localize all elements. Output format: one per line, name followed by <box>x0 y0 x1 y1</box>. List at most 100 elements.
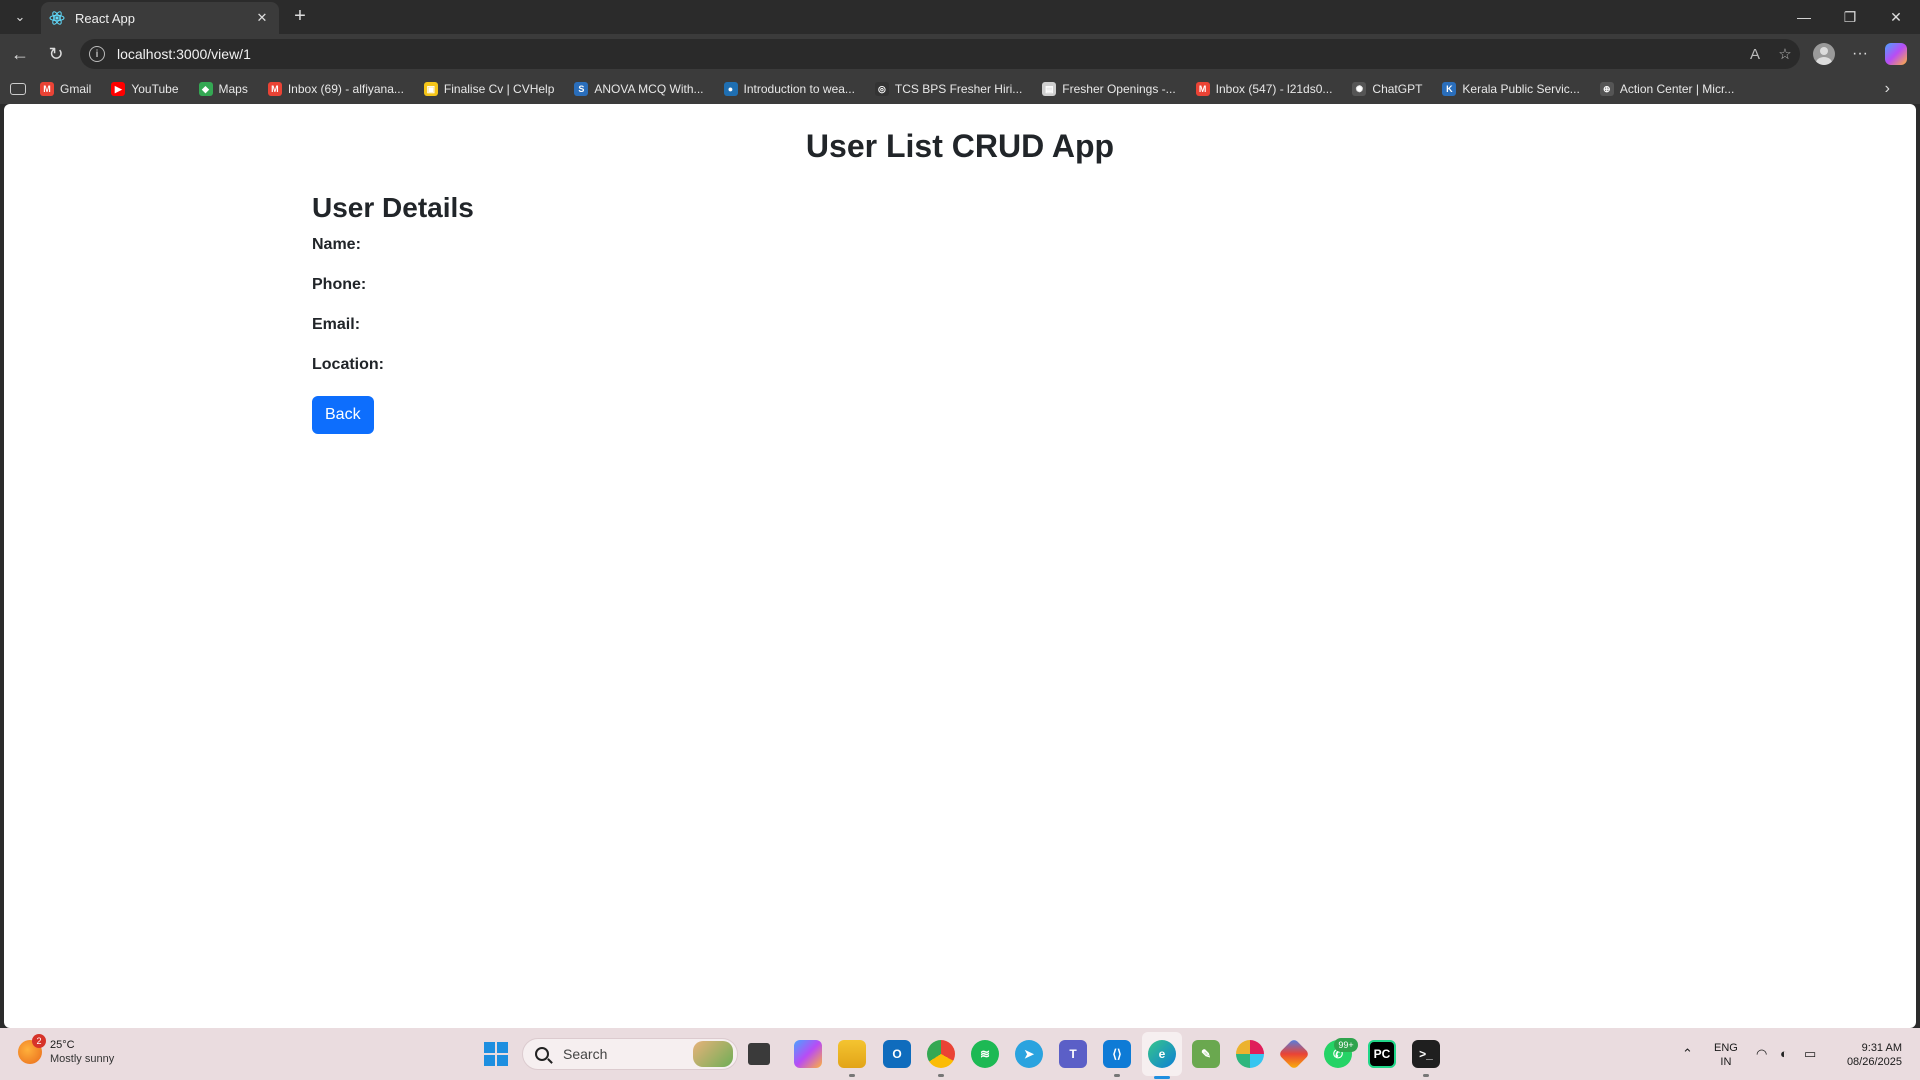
bookmark-label: Finalise Cv | CVHelp <box>443 82 555 96</box>
user-details-card: User Details Name: Phone: Email: Locatio… <box>312 192 474 434</box>
pycharm-icon[interactable]: PC <box>1368 1040 1396 1068</box>
gmail-icon: M <box>40 82 54 96</box>
search-icon <box>535 1047 549 1061</box>
slack-icon[interactable] <box>1236 1040 1264 1068</box>
bookmark-label: Maps <box>218 82 248 96</box>
bookmark-label: Introduction to wea... <box>743 82 855 96</box>
email-label: Email: <box>312 316 361 333</box>
tab-list-chevron-icon[interactable]: ⌄ <box>8 6 32 28</box>
language-secondary: IN <box>1720 1056 1732 1068</box>
react-icon <box>49 11 65 25</box>
youtube-icon: ▶ <box>111 82 126 96</box>
terminal-icon[interactable]: >_ <box>1412 1040 1440 1068</box>
bookmark-item[interactable]: M Inbox (69) - alfiyana... <box>267 82 404 96</box>
bookmark-label: Inbox (547) - l21ds0... <box>1215 82 1333 96</box>
bookmark-item[interactable]: ⊕ Action Center | Micr... <box>1599 82 1735 96</box>
read-aloud-icon[interactable]: A <box>1740 46 1770 63</box>
bookmark-item[interactable]: ▶ YouTube <box>111 82 179 96</box>
bookmark-label: Fresher Openings -... <box>1062 82 1176 96</box>
bookmark-item[interactable]: ◎ TCS BPS Fresher Hiri... <box>874 82 1023 96</box>
browser-title-bar: ⌄ React App ✕ + — ❐ ✕ <box>0 0 1920 34</box>
refresh-icon[interactable]: ↻ <box>44 42 68 66</box>
bookmark-item[interactable]: S ANOVA MCQ With... <box>574 82 704 96</box>
back-arrow-icon[interactable]: ← <box>8 42 32 66</box>
restore-icon[interactable]: ❐ <box>1830 4 1870 30</box>
weather-description: Mostly sunny <box>50 1053 115 1065</box>
bookmark-label: Action Center | Micr... <box>1619 82 1735 96</box>
clock-time: 9:31 AM <box>1861 1042 1902 1054</box>
taskbar-search[interactable]: Search <box>522 1038 738 1070</box>
tab-actions-icon[interactable] <box>10 83 26 95</box>
copilot-app-icon[interactable] <box>794 1040 822 1068</box>
page-icon: ▤ <box>1042 82 1057 96</box>
bookmark-label: Gmail <box>60 82 92 96</box>
chrome-icon[interactable] <box>927 1040 955 1068</box>
browser-toolbar: ← ↻ i localhost:3000/view/1 A ☆ ··· <box>0 34 1920 74</box>
close-tab-icon[interactable]: ✕ <box>253 10 271 26</box>
tab-react-app[interactable]: React App ✕ <box>41 2 279 34</box>
bookmark-label: TCS BPS Fresher Hiri... <box>894 82 1023 96</box>
back-button[interactable]: Back <box>312 396 374 434</box>
bookmark-item[interactable]: ● Introduction to wea... <box>723 82 855 96</box>
bookmark-item[interactable]: ▤ Fresher Openings -... <box>1042 82 1176 96</box>
profile-avatar[interactable] <box>1810 41 1838 67</box>
outlook-icon[interactable]: O <box>883 1040 911 1068</box>
weather-badge: 2 <box>32 1034 46 1048</box>
bookmark-item[interactable]: ◆ Maps <box>198 82 248 96</box>
globe-icon: ● <box>723 82 738 96</box>
bookmarks-overflow-chevron-icon[interactable]: › <box>1885 80 1890 98</box>
task-view-icon[interactable] <box>748 1043 770 1065</box>
close-window-icon[interactable]: ✕ <box>1876 4 1916 30</box>
system-clock[interactable]: 9:31 AM 08/26/2025 <box>1836 1041 1902 1069</box>
app-title: User List CRUD App <box>805 128 1115 164</box>
running-indicator <box>849 1074 855 1077</box>
wifi-icon[interactable]: ◠ <box>1756 1046 1767 1062</box>
gemini-icon[interactable] <box>1278 1038 1310 1070</box>
minimize-icon[interactable]: — <box>1784 4 1824 30</box>
clock-date: 08/26/2025 <box>1846 1056 1902 1068</box>
bookmark-label: Inbox (69) - alfiyana... <box>287 82 404 96</box>
bookmark-label: ChatGPT <box>1372 82 1423 96</box>
bookmark-item[interactable]: ▣ Finalise Cv | CVHelp <box>423 82 555 96</box>
bookmark-item[interactable]: M Inbox (547) - l21ds0... <box>1195 82 1333 96</box>
file-explorer-icon[interactable] <box>838 1040 866 1068</box>
language-indicator[interactable]: ENG IN <box>1714 1041 1738 1069</box>
show-hidden-icons-chevron-icon[interactable]: ⌃ <box>1682 1046 1693 1062</box>
bookmark-item[interactable]: M Gmail <box>40 82 91 96</box>
kpsc-icon: K <box>1442 82 1457 96</box>
cvhelp-icon: ▣ <box>423 82 438 96</box>
weather-widget[interactable]: 2 25°C Mostly sunny <box>18 1034 115 1066</box>
location-label: Location: <box>312 356 384 373</box>
edge-icon[interactable]: e <box>1148 1040 1176 1068</box>
sun-icon: 2 <box>18 1034 46 1064</box>
address-bar[interactable]: i localhost:3000/view/1 A ☆ <box>80 39 1800 69</box>
weather-temperature: 25°C <box>50 1039 75 1051</box>
favorite-star-icon[interactable]: ☆ <box>1770 45 1800 63</box>
bookmark-item[interactable]: K Kerala Public Servic... <box>1442 82 1580 96</box>
more-menu-icon[interactable]: ··· <box>1846 41 1874 67</box>
windows-taskbar: 2 25°C Mostly sunny Search O ≋ ➤ T ⟨⟩ e … <box>0 1028 1920 1080</box>
notepad-icon[interactable]: ✎ <box>1192 1040 1220 1068</box>
active-indicator <box>1154 1076 1170 1079</box>
start-windows-icon[interactable] <box>484 1042 508 1066</box>
volume-icon[interactable]: ◐ <box>1780 1046 1788 1061</box>
spotify-icon[interactable]: ≋ <box>971 1040 999 1068</box>
vscode-icon[interactable]: ⟨⟩ <box>1103 1040 1131 1068</box>
name-label: Name: <box>312 236 361 253</box>
site-info-icon[interactable]: i <box>89 46 105 62</box>
bookmark-label: ANOVA MCQ With... <box>594 82 704 96</box>
new-tab-plus-icon[interactable]: + <box>288 5 312 29</box>
url-text[interactable]: localhost:3000/view/1 <box>117 46 1740 62</box>
phone-label: Phone: <box>312 276 367 293</box>
telegram-icon[interactable]: ➤ <box>1015 1040 1043 1068</box>
teams-icon[interactable]: T <box>1059 1040 1087 1068</box>
maps-icon: ◆ <box>198 82 213 96</box>
copilot-button[interactable] <box>1882 41 1910 67</box>
section-title: User Details <box>312 192 474 223</box>
bookmark-item[interactable]: ✺ ChatGPT <box>1352 82 1422 96</box>
running-indicator <box>1114 1074 1120 1077</box>
copilot-icon <box>1885 43 1907 65</box>
battery-icon[interactable]: ▭ <box>1804 1046 1816 1062</box>
search-highlight-image <box>693 1041 733 1067</box>
page-viewport: User List CRUD App User Details Name: Ph… <box>4 104 1916 1028</box>
